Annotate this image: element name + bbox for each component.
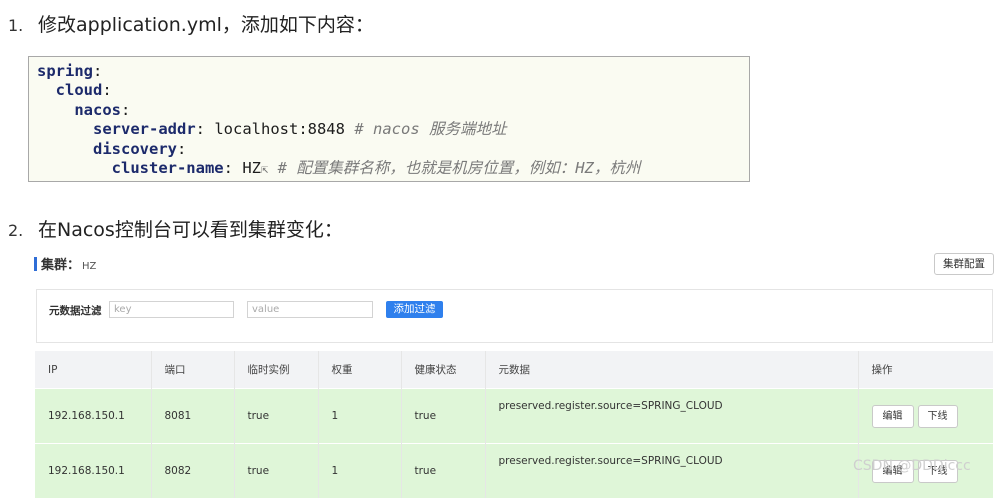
header-health: 健康状态 bbox=[401, 351, 485, 389]
code-comment-cluster-name: # 配置集群名称，也就是机房位置，例如：HZ，杭州 bbox=[278, 159, 641, 177]
mouse-cursor-icon: ⇱ bbox=[261, 162, 268, 176]
header-ephemeral: 临时实例 bbox=[234, 351, 318, 389]
cell-weight: 1 bbox=[318, 389, 401, 444]
edit-button[interactable]: 编辑 bbox=[872, 405, 914, 428]
yaml-code-block: spring: cloud: nacos: server-addr: local… bbox=[28, 56, 750, 182]
step-2-number: 2. bbox=[8, 221, 38, 240]
header-weight: 权重 bbox=[318, 351, 401, 389]
cell-actions: 编辑下线 bbox=[858, 389, 993, 444]
code-value-cluster-name: HZ bbox=[242, 159, 261, 177]
cell-healthy: true bbox=[401, 389, 485, 444]
step-1-number: 1. bbox=[8, 16, 38, 35]
offline-button[interactable]: 下线 bbox=[918, 405, 958, 428]
table-row: 192.168.150.1 8082 true 1 true preserved… bbox=[35, 444, 993, 498]
code-value-server-addr: localhost:8848 bbox=[214, 120, 345, 138]
cell-ephemeral: true bbox=[234, 444, 318, 498]
header-ip: IP bbox=[35, 351, 151, 389]
header-port: 端口 bbox=[151, 351, 234, 389]
code-key-discovery: discovery bbox=[93, 140, 177, 158]
step-2-text: 在Nacos控制台可以看到集群变化： bbox=[38, 219, 343, 241]
header-metadata: 元数据 bbox=[485, 351, 858, 389]
code-comment-server-addr: # nacos 服务端地址 bbox=[354, 120, 506, 138]
code-key-server-addr: server-addr bbox=[93, 120, 196, 138]
cluster-label: 集群： bbox=[41, 258, 80, 273]
metadata-filter-label: 元数据过滤 bbox=[49, 303, 102, 318]
header-actions: 操作 bbox=[858, 351, 993, 389]
cell-ip: 192.168.150.1 bbox=[35, 389, 151, 444]
step-1: 1.修改application.yml，添加如下内容： bbox=[8, 10, 374, 37]
cell-port: 8081 bbox=[151, 389, 234, 444]
instance-table: IP 端口 临时实例 权重 健康状态 元数据 操作 192.168.150.1 … bbox=[35, 351, 993, 498]
cell-weight: 1 bbox=[318, 444, 401, 498]
code-key-cluster-name: cluster-name bbox=[112, 159, 224, 177]
code-key-nacos: nacos bbox=[74, 101, 121, 119]
cell-healthy: true bbox=[401, 444, 485, 498]
metadata-filter-panel: 元数据过滤 key value 添加过滤 bbox=[36, 289, 993, 343]
cluster-config-button[interactable]: 集群配置 bbox=[934, 253, 994, 275]
watermark: CSDN @DDDiccc bbox=[853, 458, 971, 474]
cluster-title: 集群：HZ bbox=[34, 254, 96, 273]
cluster-value: HZ bbox=[82, 261, 96, 272]
table-header-row: IP 端口 临时实例 权重 健康状态 元数据 操作 bbox=[35, 351, 993, 389]
cell-port: 8082 bbox=[151, 444, 234, 498]
add-filter-button[interactable]: 添加过滤 bbox=[386, 301, 443, 318]
cell-ip: 192.168.150.1 bbox=[35, 444, 151, 498]
cell-metadata: preserved.register.source=SPRING_CLOUD bbox=[485, 389, 858, 444]
step-2: 2.在Nacos控制台可以看到集群变化： bbox=[8, 215, 343, 242]
title-accent-bar bbox=[34, 257, 37, 271]
cell-ephemeral: true bbox=[234, 389, 318, 444]
filter-value-input[interactable]: value bbox=[247, 301, 373, 318]
code-key-spring: spring bbox=[37, 62, 93, 80]
code-key-cloud: cloud bbox=[56, 81, 103, 99]
table-row: 192.168.150.1 8081 true 1 true preserved… bbox=[35, 389, 993, 444]
step-1-text: 修改application.yml，添加如下内容： bbox=[38, 14, 374, 36]
filter-key-input[interactable]: key bbox=[109, 301, 234, 318]
cell-metadata: preserved.register.source=SPRING_CLOUD bbox=[485, 444, 858, 498]
